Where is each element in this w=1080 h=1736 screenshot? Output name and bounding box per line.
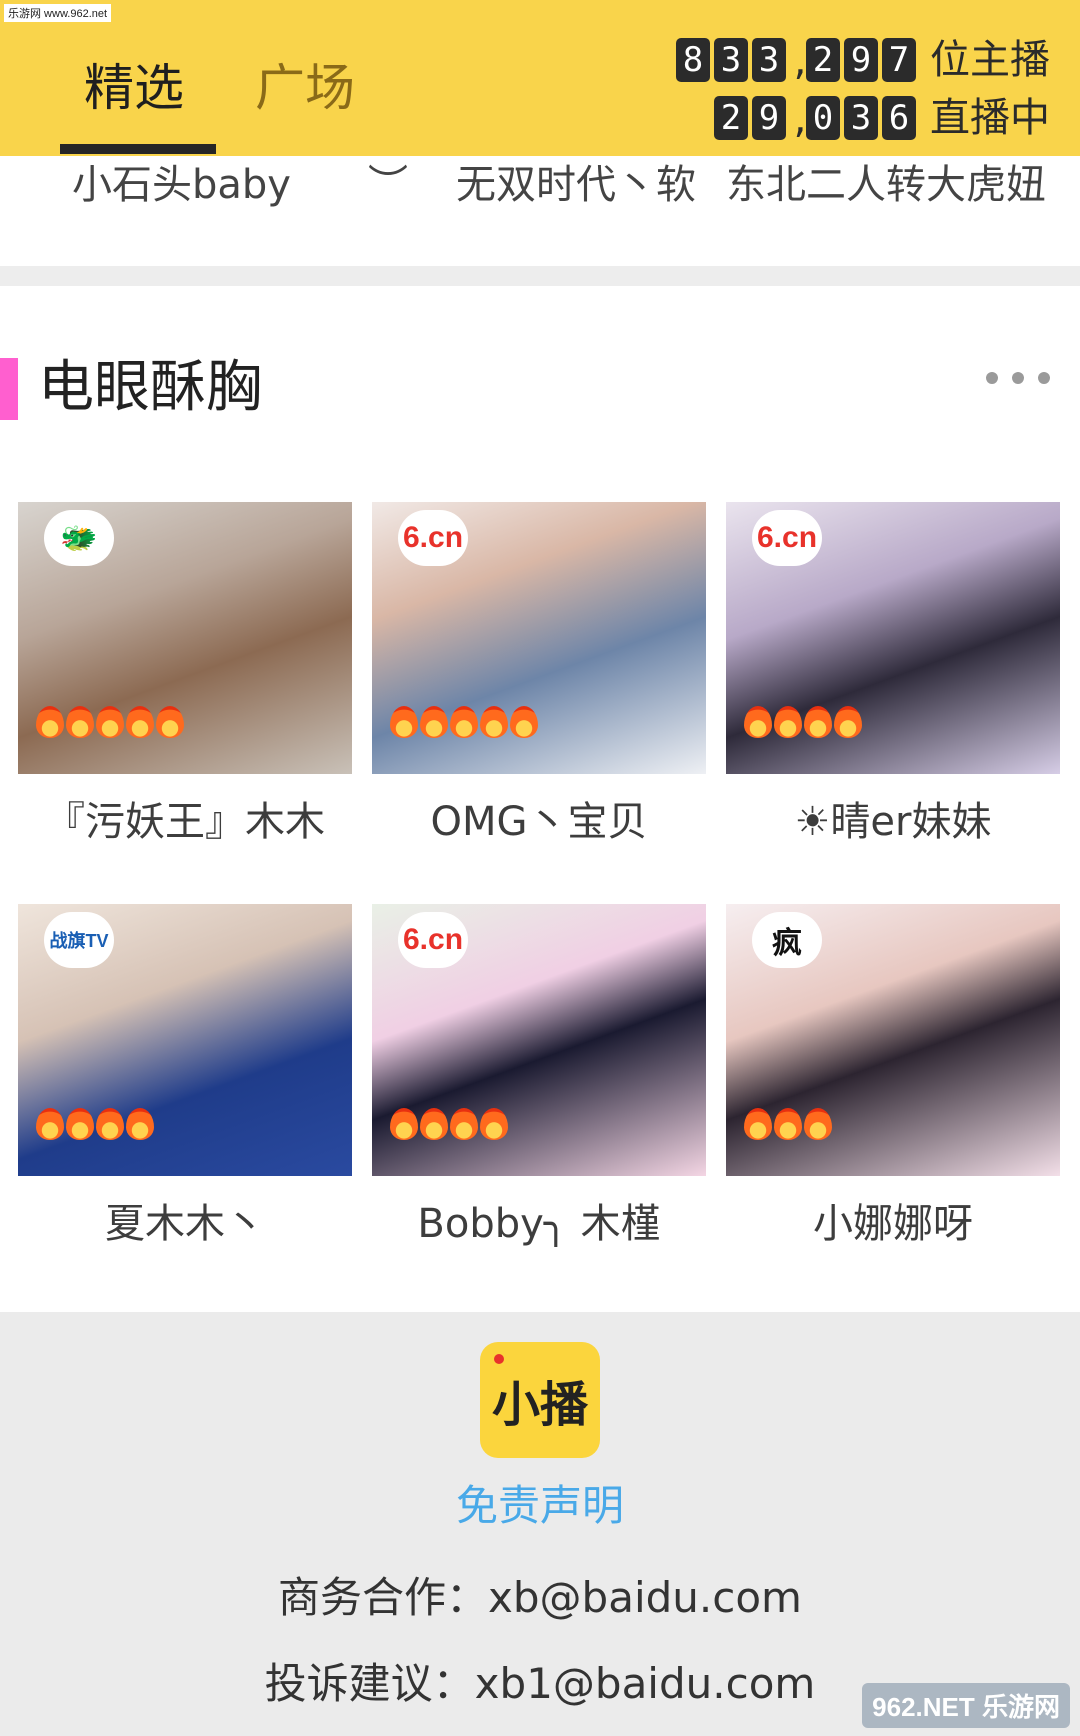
more-dots-icon[interactable] — [986, 372, 1050, 384]
heat-flames — [744, 706, 862, 738]
streamer-name[interactable]: Bobby╮ 木槿 — [372, 1194, 706, 1254]
platform-logo: 6.cn — [752, 510, 822, 566]
tab-indicator — [60, 144, 216, 154]
streamer-card[interactable]: 6.cn OMG丶宝贝 — [372, 502, 706, 852]
tab-featured[interactable]: 精选 — [84, 56, 184, 120]
digit-separator: , — [790, 101, 811, 141]
digit: 9 — [752, 96, 786, 140]
scroll-name-row[interactable]: 小石头baby ︶ 无双时代丶软 东北二人转大虎妞 — [0, 150, 1080, 210]
digit: 2 — [806, 38, 840, 82]
business-contact: 商务合作：xb@baidu.com — [278, 1573, 802, 1622]
top-bar: 乐游网 www.962.net 精选 广场 8 3 3 , 2 9 7 位主播 … — [0, 0, 1080, 156]
live-counter: 2 9 , 0 3 6 直播中 — [714, 94, 1050, 142]
live-count-digits: 2 9 , 0 3 6 — [714, 96, 916, 140]
stream-thumbnail[interactable]: 疯 — [726, 904, 1060, 1176]
live-count-label: 直播中 — [930, 95, 1050, 141]
watermark-logo: 962.NET 乐游网 — [862, 1683, 1070, 1728]
digit: 0 — [806, 96, 840, 140]
heat-flames — [744, 1108, 832, 1140]
platform-logo: 疯 — [752, 912, 822, 968]
stream-thumbnail[interactable]: 6.cn — [726, 502, 1060, 774]
disclaimer-link[interactable]: 免责声明 — [0, 1472, 1080, 1533]
streamer-card[interactable]: 战旗TV 夏木木丶 — [18, 904, 352, 1254]
streamer-name[interactable]: 『污妖王』木木 — [18, 792, 352, 852]
digit: 2 — [714, 96, 748, 140]
stream-thumbnail[interactable]: 6.cn — [372, 502, 706, 774]
stream-thumbnail[interactable]: 战旗TV — [18, 904, 352, 1176]
platform-logo: 6.cn — [398, 510, 468, 566]
streamer-card[interactable]: 🐲 『污妖王』木木 — [18, 502, 352, 852]
digit-separator: , — [790, 43, 811, 83]
platform-logo: 6.cn — [398, 912, 468, 968]
section-title: 电眼酥胸 — [38, 355, 262, 420]
digit: 9 — [844, 38, 878, 82]
section-divider — [0, 266, 1080, 286]
platform-logo: 战旗TV — [44, 912, 114, 968]
digit: 3 — [844, 96, 878, 140]
footer: 小播 免责声明 商务合作：xb@baidu.com 投诉建议：xb1@baidu… — [0, 1312, 1080, 1736]
streamer-name[interactable]: OMG丶宝贝 — [372, 792, 706, 852]
streamer-name[interactable]: ☀晴er妹妹 — [726, 792, 1060, 852]
digit: 6 — [882, 96, 916, 140]
scroll-name[interactable]: 无双时代丶软 — [456, 152, 696, 210]
streamer-count-label: 位主播 — [930, 37, 1050, 83]
scroll-name[interactable]: 小石头baby — [72, 152, 291, 210]
streamer-counter: 8 3 3 , 2 9 7 位主播 — [676, 36, 1050, 84]
heat-flames — [36, 706, 184, 738]
tab-plaza[interactable]: 广场 — [255, 56, 355, 120]
streamer-count-digits: 8 3 3 , 2 9 7 — [676, 38, 916, 82]
watermark: 乐游网 www.962.net — [4, 4, 112, 22]
digit: 7 — [882, 38, 916, 82]
scroll-name[interactable]: ︶ — [368, 152, 408, 210]
digit: 3 — [752, 38, 786, 82]
heat-flames — [390, 706, 538, 738]
section-accent-bar — [0, 358, 18, 420]
heat-flames — [390, 1108, 508, 1140]
streamer-name[interactable]: 夏木木丶 — [18, 1194, 352, 1254]
scroll-name[interactable]: 东北二人转大虎妞 — [726, 152, 1050, 210]
streamer-card[interactable]: 6.cn Bobby╮ 木槿 — [372, 904, 706, 1254]
stream-thumbnail[interactable]: 6.cn — [372, 904, 706, 1176]
app-logo: 小播 — [480, 1342, 600, 1458]
stream-thumbnail[interactable]: 🐲 — [18, 502, 352, 774]
platform-logo: 🐲 — [44, 510, 114, 566]
digit: 3 — [714, 38, 748, 82]
heat-flames — [36, 1108, 154, 1140]
streamer-card[interactable]: 疯 小娜娜呀 — [726, 904, 1060, 1254]
streamer-card[interactable]: 6.cn ☀晴er妹妹 — [726, 502, 1060, 852]
digit: 8 — [676, 38, 710, 82]
streamer-name[interactable]: 小娜娜呀 — [726, 1194, 1060, 1254]
